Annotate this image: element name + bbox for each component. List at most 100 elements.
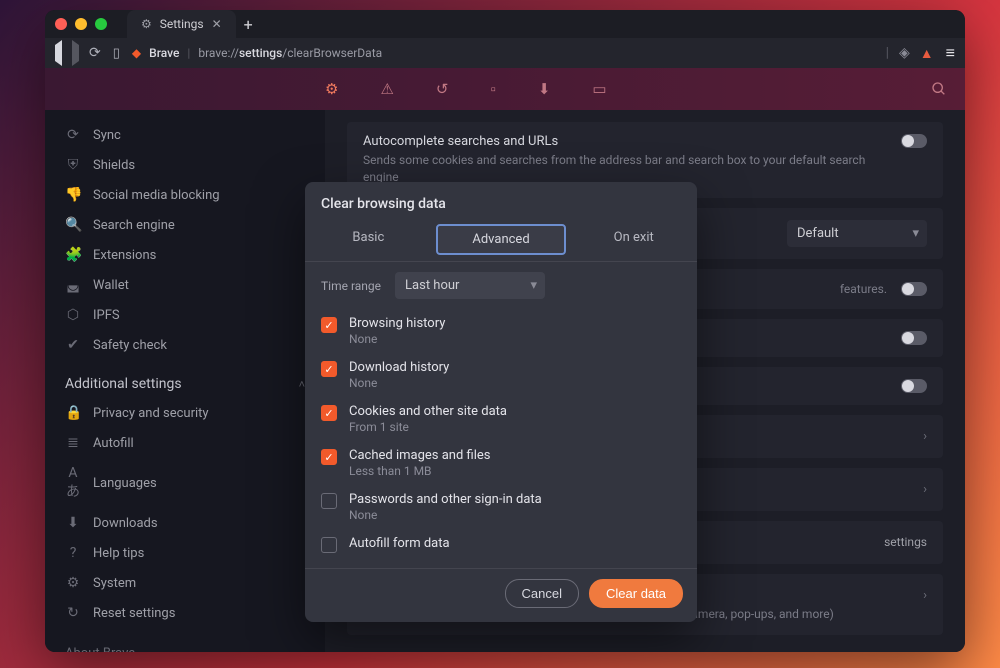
sidebar-item-wallet[interactable]: ◛Wallet	[45, 270, 325, 300]
sidebar-item-helptips[interactable]: ?Help tips	[45, 538, 325, 568]
option-title: Browsing history	[349, 316, 445, 331]
sidebar-about[interactable]: About Brave	[45, 628, 325, 652]
toggle[interactable]	[901, 379, 927, 393]
clear-option[interactable]: ✓ Browsing historyNone	[321, 309, 681, 353]
clear-option[interactable]: ✓Cookies and other site dataFrom 1 site	[321, 397, 681, 441]
reload-button[interactable]: ⟳	[89, 45, 101, 61]
tab-basic[interactable]: Basic	[305, 222, 432, 261]
clear-option[interactable]: Autofill form data	[321, 529, 681, 560]
setting-subtitle: Sends some cookies and searches from the…	[363, 152, 887, 186]
nav-calendar-icon[interactable]: ▭	[592, 80, 606, 98]
option-subtitle: Less than 1 MB	[349, 464, 490, 478]
brave-shield-icon[interactable]: ◆	[132, 46, 141, 60]
browser-tab[interactable]: ⚙ Settings ✕	[127, 10, 236, 38]
shield-icon: ⛨	[65, 157, 81, 173]
checkbox[interactable]: ✓	[321, 361, 337, 377]
checkbox[interactable]: ✓	[321, 317, 337, 333]
download-icon: ⬇	[65, 515, 81, 531]
option-title: Passwords and other sign-in data	[349, 492, 542, 507]
nav-gear-icon[interactable]: ⚙	[325, 80, 338, 98]
sidebar-item-sync[interactable]: ⟳Sync	[45, 120, 325, 150]
time-range-row: Time range Last hour	[305, 262, 697, 309]
toolbar: ⟳ ▯ ◆ Brave | brave://settings/clearBrow…	[45, 38, 965, 68]
sidebar-item-shields[interactable]: ⛨Shields	[45, 150, 325, 180]
new-tab-button[interactable]: +	[244, 15, 253, 34]
shield-icon[interactable]: ◈	[899, 45, 910, 61]
gear-icon: ⚙	[65, 575, 81, 591]
clear-browsing-data-dialog: Clear browsing data Basic Advanced On ex…	[305, 182, 697, 622]
sidebar-additional-header[interactable]: Additional settings ˄	[45, 360, 325, 398]
dialog-title: Clear browsing data	[305, 182, 697, 222]
sidebar-item-system[interactable]: ⚙System	[45, 568, 325, 598]
back-button[interactable]	[55, 45, 62, 61]
sidebar-item-ipfs[interactable]: ⬡IPFS	[45, 300, 325, 330]
option-subtitle: From 1 site	[349, 420, 507, 434]
clear-option[interactable]: Passwords and other sign-in dataNone	[321, 485, 681, 529]
nav-save-icon[interactable]: ▫	[490, 80, 495, 98]
brand-label: Brave	[149, 46, 179, 60]
puzzle-icon: 🧩	[65, 247, 81, 263]
sidebar-item-search[interactable]: 🔍Search engine	[45, 210, 325, 240]
chevron-right-icon: ›	[923, 429, 927, 444]
sidebar-item-extensions[interactable]: 🧩Extensions	[45, 240, 325, 270]
chevron-right-icon: ›	[923, 482, 927, 497]
toggle[interactable]	[901, 331, 927, 345]
checkbox[interactable]	[321, 493, 337, 509]
close-window-button[interactable]	[55, 18, 67, 30]
time-range-select[interactable]: Last hour	[395, 272, 545, 299]
setting-title: Autocomplete searches and URLs	[363, 134, 887, 149]
option-subtitle: None	[349, 508, 542, 522]
traffic-lights	[55, 18, 107, 30]
dialog-actions: Cancel Clear data	[305, 568, 697, 622]
reset-icon: ↻	[65, 605, 81, 621]
gear-icon: ⚙	[141, 17, 152, 31]
tab-advanced[interactable]: Advanced	[436, 224, 567, 255]
nav-warn-icon[interactable]: ⚠	[380, 80, 393, 98]
thumb-down-icon: 👎	[65, 187, 81, 203]
menu-button[interactable]: ≡	[946, 43, 955, 63]
ipfs-icon: ⬡	[65, 307, 81, 323]
clear-data-button[interactable]: Clear data	[589, 579, 683, 608]
minimize-window-button[interactable]	[75, 18, 87, 30]
language-icon: Aあ	[65, 465, 81, 501]
checkbox[interactable]: ✓	[321, 405, 337, 421]
cycling-select[interactable]: Default	[787, 220, 927, 247]
bookmark-icon[interactable]: ▯	[113, 46, 120, 61]
forward-button[interactable]	[72, 45, 79, 61]
sidebar-item-downloads[interactable]: ⬇Downloads	[45, 508, 325, 538]
checkbox[interactable]: ✓	[321, 449, 337, 465]
nav-download-icon[interactable]: ⬇	[538, 80, 551, 98]
toggle[interactable]	[901, 134, 927, 148]
clear-option[interactable]: ✓ Download historyNone	[321, 353, 681, 397]
search-engine-icon: 🔍	[65, 217, 81, 233]
checkbox[interactable]	[321, 537, 337, 553]
option-title: Cached images and files	[349, 448, 490, 463]
address-bar[interactable]: ◆ Brave | brave://settings/clearBrowserD…	[132, 46, 874, 60]
maximize-window-button[interactable]	[95, 18, 107, 30]
nav-buttons: ⟳	[55, 45, 101, 61]
sidebar-item-social[interactable]: 👎Social media blocking	[45, 180, 325, 210]
wallet-icon: ◛	[65, 277, 81, 293]
tab-onexit[interactable]: On exit	[570, 222, 697, 261]
clear-option[interactable]: ✓ Cached images and filesLess than 1 MB	[321, 441, 681, 485]
sidebar-item-autofill[interactable]: ≣Autofill	[45, 428, 325, 458]
close-tab-icon[interactable]: ✕	[212, 17, 222, 31]
clear-options-list: ✓Browsing historyNone✓Download historyNo…	[305, 309, 697, 568]
sidebar-item-safety[interactable]: ✔Safety check	[45, 330, 325, 360]
nav-history-icon[interactable]: ↺	[436, 80, 449, 98]
dialog-tabs: Basic Advanced On exit	[305, 222, 697, 262]
help-icon: ?	[65, 545, 81, 561]
titlebar: ⚙ Settings ✕ +	[45, 10, 965, 38]
warn-icon[interactable]: ▲	[920, 45, 934, 62]
toggle[interactable]	[901, 282, 927, 296]
option-subtitle: None	[349, 332, 445, 346]
option-subtitle: None	[349, 376, 449, 390]
sidebar-item-languages[interactable]: AあLanguages	[45, 458, 325, 508]
cancel-button[interactable]: Cancel	[505, 579, 579, 608]
sidebar-item-reset[interactable]: ↻Reset settings	[45, 598, 325, 628]
option-title: Download history	[349, 360, 449, 375]
sidebar-item-privacy[interactable]: 🔒Privacy and security	[45, 398, 325, 428]
search-icon[interactable]	[931, 81, 947, 97]
tab-title: Settings	[160, 17, 204, 31]
url-text: brave://settings/clearBrowserData	[198, 46, 382, 60]
